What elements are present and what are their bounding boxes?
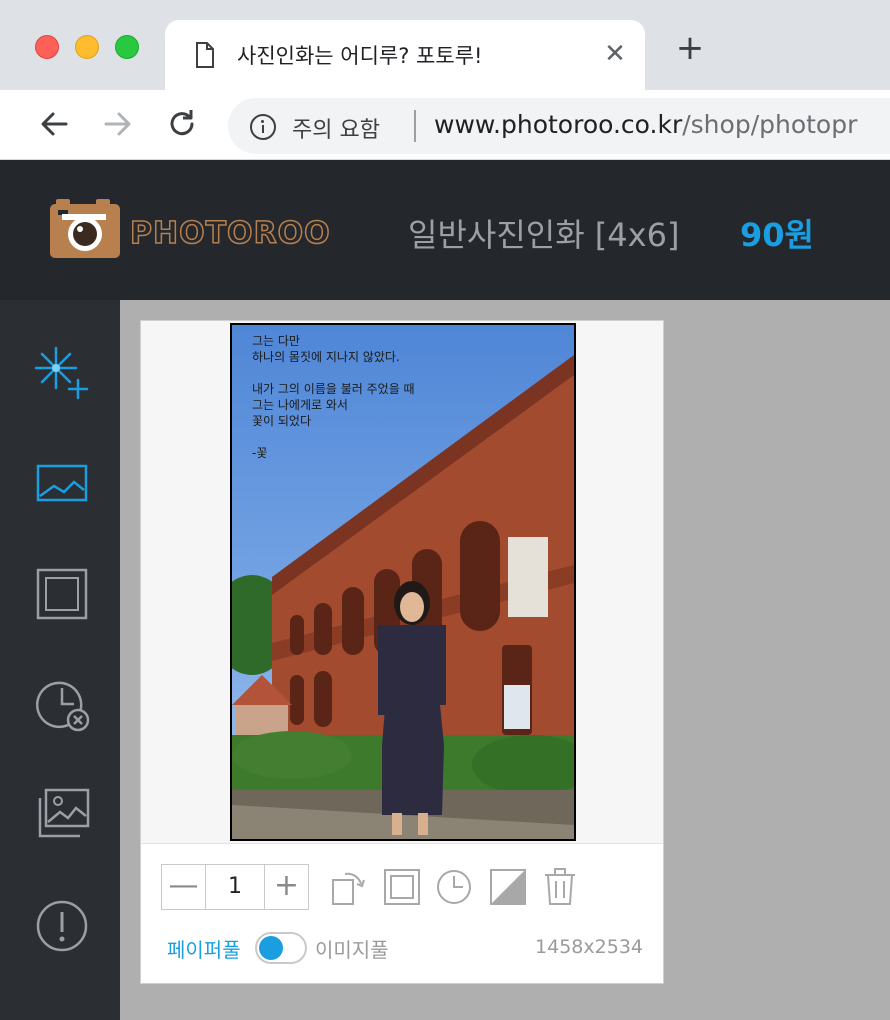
logo-text: PHOTOROO	[129, 215, 331, 252]
browser-tab-strip: 사진인화는 어디루? 포토루! ✕ +	[0, 0, 890, 90]
photo-controls: — +	[141, 844, 663, 984]
security-label[interactable]: 주의 요함	[292, 112, 380, 144]
photo-preview-area: 그는 다만 하나의 몸짓에 지나지 않았다. 내가 그의 이름을 불러 주었을 …	[141, 321, 663, 844]
document-icon	[196, 42, 214, 68]
price: 90원	[740, 216, 814, 254]
forward-arrow-icon[interactable]	[100, 106, 136, 142]
trash-icon[interactable]	[539, 866, 581, 908]
product-name: 일반사진인화 [4x6]	[408, 216, 680, 254]
window-close-button[interactable]	[35, 35, 59, 59]
gallery-icon[interactable]	[30, 784, 94, 848]
back-arrow-icon[interactable]	[36, 106, 72, 142]
auto-enhance-icon[interactable]	[30, 340, 94, 404]
new-tab-button[interactable]: +	[672, 30, 708, 66]
image-fill-label[interactable]: 이미지풀	[315, 934, 389, 963]
tab-close-icon[interactable]: ✕	[601, 36, 629, 72]
alert-icon[interactable]	[30, 894, 94, 958]
border-icon[interactable]	[381, 866, 423, 908]
browser-toolbar: 주의 요함 www.photoroo.co.kr/shop/photopr	[0, 90, 890, 160]
fill-mode-toggle[interactable]	[255, 932, 307, 964]
photo-poem-text: 그는 다만 하나의 몸짓에 지나지 않았다. 내가 그의 이름을 불러 주었을 …	[252, 334, 415, 460]
tab-title: 사진인화는 어디루? 포토루!	[237, 44, 483, 68]
quantity-increase-button[interactable]: +	[264, 865, 308, 909]
url-text[interactable]: www.photoroo.co.kr/shop/photopr	[434, 110, 857, 139]
tool-sidebar	[0, 300, 120, 1020]
frame-icon[interactable]	[30, 562, 94, 626]
quantity-input[interactable]	[206, 865, 264, 909]
address-separator	[414, 110, 416, 142]
paper-fill-label[interactable]: 페이퍼풀	[167, 934, 241, 963]
url-host: www.photoroo.co.kr	[434, 110, 683, 139]
window-minimize-button[interactable]	[75, 35, 99, 59]
contrast-icon[interactable]	[487, 866, 529, 908]
info-icon[interactable]	[250, 114, 276, 140]
camera-logo-icon[interactable]	[48, 198, 122, 260]
photo-card: 그는 다만 하나의 몸짓에 지나지 않았다. 내가 그의 이름을 불러 주었을 …	[140, 320, 664, 984]
app-header: PHOTOROO 일반사진인화 [4x6] 90원	[0, 160, 890, 300]
browser-tab[interactable]: 사진인화는 어디루? 포토루! ✕	[165, 20, 645, 90]
window-zoom-button[interactable]	[115, 35, 139, 59]
quantity-stepper: — +	[161, 864, 309, 910]
clock-x-icon[interactable]	[30, 672, 94, 736]
quantity-decrease-button[interactable]: —	[162, 865, 206, 909]
reload-icon[interactable]	[164, 106, 200, 142]
image-icon[interactable]	[30, 452, 94, 516]
url-path: /shop/photopr	[682, 110, 858, 139]
address-bar[interactable]: 주의 요함 www.photoroo.co.kr/shop/photopr	[228, 98, 890, 154]
date-clock-icon[interactable]	[433, 866, 475, 908]
rotate-icon[interactable]	[327, 866, 369, 908]
workspace: 그는 다만 하나의 몸짓에 지나지 않았다. 내가 그의 이름을 불러 주었을 …	[120, 300, 890, 1020]
photo-preview[interactable]: 그는 다만 하나의 몸짓에 지나지 않았다. 내가 그의 이름을 불러 주었을 …	[230, 323, 576, 841]
toggle-knob	[259, 936, 283, 960]
image-dimensions: 1458x2534	[535, 936, 643, 958]
